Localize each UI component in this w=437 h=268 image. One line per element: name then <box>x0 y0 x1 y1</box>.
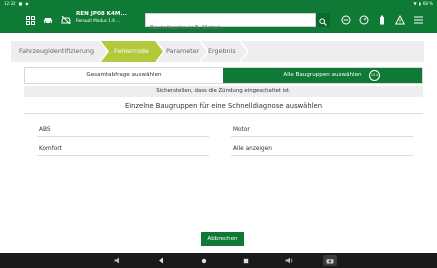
wizard-steps: Fahrzeugidentifizierung Fehlercode Param… <box>11 41 424 62</box>
battery-icon[interactable] <box>375 13 389 27</box>
search-button[interactable] <box>316 13 330 27</box>
back-icon[interactable] <box>156 256 166 265</box>
divider <box>24 113 423 114</box>
all-groups-option[interactable]: Alle Baugruppen auswählen 13 s <box>223 68 422 83</box>
ignition-notice: Sicherstellen, dass die Zündung eingesch… <box>24 86 423 97</box>
vehicle-title: REN JP08 K4M... <box>76 11 127 17</box>
abort-button[interactable]: Abbrechen <box>201 232 244 246</box>
scan-options: Gesamtabfrage auswählen Alle Baugruppen … <box>24 67 423 84</box>
component-search <box>145 13 316 34</box>
screenshot-icon[interactable] <box>323 255 337 266</box>
recent-apps-icon[interactable] <box>241 256 251 265</box>
volume-up-icon[interactable] <box>284 256 294 265</box>
grid-icon[interactable] <box>23 13 37 27</box>
menu-icon[interactable] <box>411 13 425 27</box>
full-scan-option[interactable]: Gesamtabfrage auswählen <box>25 68 223 83</box>
step-parameters[interactable]: Parameter <box>166 41 199 62</box>
section-heading: Einzelne Baugruppen für eine Schnelldiag… <box>124 102 323 110</box>
warning-icon[interactable] <box>393 13 407 27</box>
search-icon <box>319 11 327 30</box>
app-icon: ◆ <box>25 1 29 6</box>
navigation-bar <box>0 253 437 268</box>
status-bar: 12:32 ■ ◆ ▼ ▮ 68 % <box>0 0 437 7</box>
group-abs[interactable]: ABS <box>37 123 209 137</box>
minus-circle-icon[interactable] <box>339 13 353 27</box>
clock: 12:32 <box>4 1 16 6</box>
countdown-timer: 13 s <box>369 70 380 81</box>
battery-level: 68 % <box>422 1 433 6</box>
car-icon[interactable] <box>41 13 55 27</box>
step-fault-codes[interactable]: Fehlercode <box>114 41 149 62</box>
vehicle-subtitle: Renault Modus 1.6 ... <box>76 18 121 23</box>
step-vehicle-identification[interactable]: Fahrzeugidentifizierung <box>19 41 94 62</box>
volume-down-icon[interactable] <box>113 256 123 265</box>
all-groups-label: Alle Baugruppen auswählen <box>283 72 362 78</box>
notification-icon: ■ <box>18 1 23 6</box>
group-comfort[interactable]: Komfort <box>37 142 209 156</box>
gauge-icon[interactable] <box>357 13 371 27</box>
app-bar: REN JP08 K4M... Renault Modus 1.6 ... <box>0 7 437 34</box>
group-show-all[interactable]: Alle anzeigen <box>231 142 413 156</box>
vehicle-info: REN JP08 K4M... Renault Modus 1.6 ... <box>76 11 140 24</box>
car-tools-icon[interactable] <box>59 13 73 27</box>
signal-icon: ▮ <box>418 1 421 6</box>
step-result[interactable]: Ergebnis <box>208 41 236 62</box>
group-engine[interactable]: Motor <box>231 123 413 137</box>
wifi-icon: ▼ <box>413 1 417 6</box>
search-input[interactable] <box>146 22 301 34</box>
home-icon[interactable] <box>199 256 209 265</box>
